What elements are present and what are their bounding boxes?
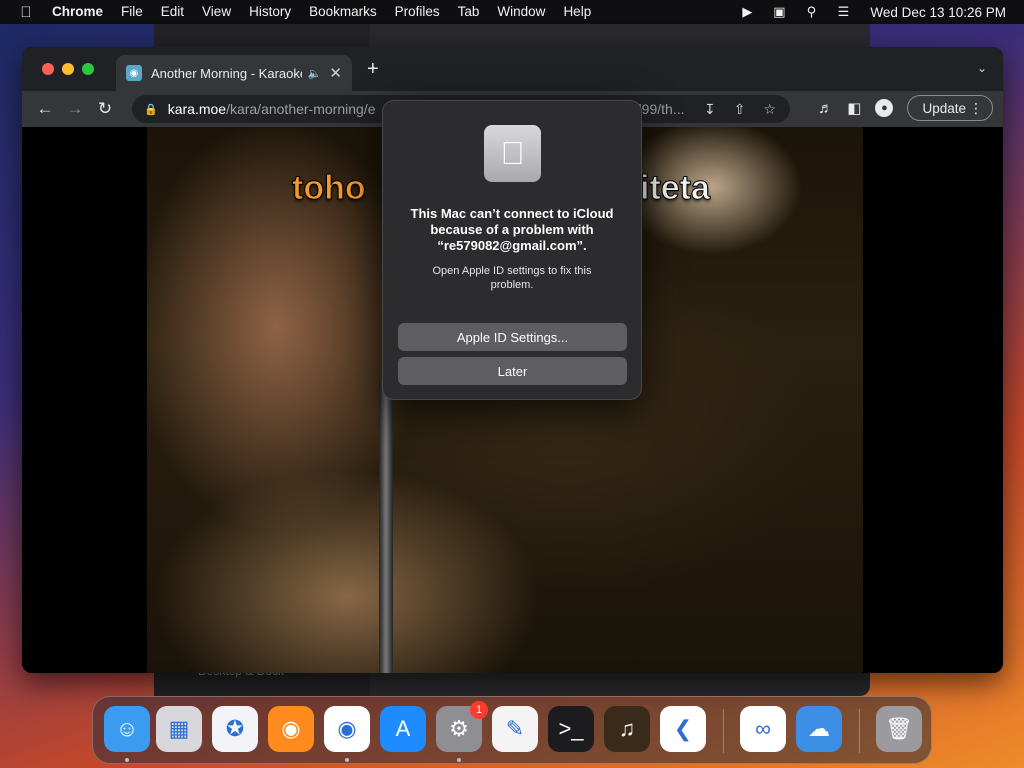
site-favicon-icon: ◉ — [126, 65, 142, 81]
running-indicator — [125, 758, 129, 762]
menu-clock[interactable]: Wed Dec 13 10:26 PM — [870, 5, 1006, 20]
menu-file[interactable]: File — [112, 0, 152, 24]
menu-view[interactable]: View — [193, 0, 240, 24]
dialog-message: Open Apple ID settings to fix this probl… — [432, 265, 592, 291]
url-host: kara.moe — [167, 101, 227, 117]
forward-button[interactable]: → — [60, 99, 90, 119]
window-controls — [42, 63, 94, 75]
dock-vscode[interactable]: ❮ — [660, 706, 706, 752]
download-icon[interactable]: ↧ — [704, 101, 716, 118]
dock-textedit[interactable]: ✎ — [492, 706, 538, 752]
later-button[interactable]: Later — [398, 357, 627, 385]
lock-icon[interactable]: 🔒 — [144, 103, 158, 116]
lyric-highlighted: toho — [292, 169, 367, 208]
apple-id-settings-button[interactable]: Apple ID Settings... — [398, 323, 627, 351]
finder-icon: ☺ — [115, 716, 139, 741]
dock-safari[interactable]: ✪ — [212, 706, 258, 752]
menu-window[interactable]: Window — [488, 0, 554, 24]
dock-system-settings[interactable]: ⚙ 1 — [436, 701, 488, 752]
toolbar-right: ♬ ◧ ● Update ⋮ — [818, 95, 993, 121]
menu-history[interactable]: History — [240, 0, 300, 24]
dock-firefox[interactable]: ◉ — [268, 706, 314, 752]
dock-terminal[interactable]: >_ — [548, 706, 594, 752]
address-bar-actions: ↧ ⇧ ☆ — [704, 101, 776, 118]
weather-icon: ☁ — [808, 716, 830, 741]
menu-app-name[interactable]: Chrome — [52, 0, 112, 24]
share-icon[interactable]: ⇧ — [734, 101, 746, 118]
apple-menu-icon[interactable]:  — [0, 4, 52, 21]
running-indicator — [457, 758, 461, 762]
zoom-window-button[interactable] — [82, 63, 94, 75]
dock-separator — [723, 709, 724, 753]
tab-bar: ◉ Another Morning - Karaoke 🔈 ✕ + ⌄ — [22, 47, 1003, 91]
profile-avatar-icon[interactable]: ● — [875, 99, 894, 117]
dock-chrome[interactable]: ◉ — [324, 706, 370, 752]
notification-badge: 1 — [470, 701, 488, 719]
dock-app-store[interactable]: A — [380, 706, 426, 752]
more-menu-icon[interactable]: ⋮ — [969, 100, 983, 117]
spotlight-search-icon[interactable]: ⚲ — [802, 4, 820, 19]
tab-close-icon[interactable]: ✕ — [329, 64, 342, 82]
dock-visual-studio[interactable]: ∞ — [740, 706, 786, 752]
icloud-alert-dialog:  This Mac can’t connect to iCloud becau… — [382, 100, 642, 400]
dock-separator-trash — [859, 709, 860, 753]
vscode-icon: ❮ — [673, 716, 693, 741]
update-label: Update — [922, 100, 966, 116]
menu-bar:  Chrome File Edit View History Bookmark… — [0, 0, 1024, 24]
menu-profiles[interactable]: Profiles — [386, 0, 449, 24]
reload-button[interactable]: ↻ — [90, 99, 120, 119]
dialog-title: This Mac can’t connect to iCloud because… — [410, 206, 614, 253]
control-center-icon[interactable]: ☰ — [834, 4, 852, 19]
dock: ☺ ▦ ✪ ◉ ◉ A ⚙ 1 ✎ >_ ♫ ❮ ∞ ☁ 🗑 — [92, 696, 932, 764]
tab-title: Another Morning - Karaoke — [151, 65, 302, 81]
textedit-icon: ✎ — [505, 716, 525, 741]
lyric-upcoming: iteta — [640, 169, 711, 208]
bookmark-star-icon[interactable]: ☆ — [763, 101, 776, 118]
launchpad-icon: ▦ — [168, 716, 190, 741]
close-window-button[interactable] — [42, 63, 54, 75]
screen-mirroring-icon[interactable]: ▣ — [770, 4, 788, 19]
running-indicator — [345, 758, 349, 762]
back-button[interactable]: ← — [30, 99, 60, 119]
play-circle-icon[interactable]: ▶ — [738, 4, 756, 19]
side-panel-icon[interactable]: ◧ — [847, 99, 861, 117]
tab-active[interactable]: ◉ Another Morning - Karaoke 🔈 ✕ — [116, 55, 352, 91]
guitar-icon: ♫ — [618, 716, 636, 741]
dock-trash[interactable]: 🗑 — [876, 706, 922, 752]
dock-weather[interactable]: ☁ — [796, 706, 842, 752]
tab-audio-icon[interactable]: 🔈 — [308, 67, 322, 80]
new-tab-button[interactable]: + — [367, 59, 379, 79]
dock-garageband[interactable]: ♫ — [604, 706, 650, 752]
tab-search-chevron-icon[interactable]: ⌄ — [977, 61, 987, 75]
chrome-icon: ◉ — [337, 716, 357, 741]
menu-help[interactable]: Help — [554, 0, 600, 24]
firefox-icon: ◉ — [281, 716, 301, 741]
apple-logo-icon:  — [484, 125, 541, 182]
media-controls-icon[interactable]: ♬ — [818, 100, 833, 117]
trash-icon: 🗑 — [885, 716, 913, 741]
menu-bookmarks[interactable]: Bookmarks — [300, 0, 386, 24]
status-area: ▶ ▣ ⚲ ☰ Wed Dec 13 10:26 PM — [738, 4, 1024, 20]
gear-icon: ⚙ — [449, 716, 469, 741]
url-path: /kara/another-morning/e — [226, 101, 376, 117]
terminal-icon: >_ — [558, 716, 584, 741]
safari-icon: ✪ — [225, 716, 245, 741]
menu-edit[interactable]: Edit — [152, 0, 193, 24]
app-store-icon: A — [395, 716, 411, 741]
dock-finder[interactable]: ☺ — [104, 706, 150, 752]
dock-launchpad[interactable]: ▦ — [156, 706, 202, 752]
minimize-window-button[interactable] — [62, 63, 74, 75]
update-button[interactable]: Update ⋮ — [907, 95, 993, 121]
menu-tab[interactable]: Tab — [449, 0, 489, 24]
microphone-image — [379, 377, 393, 673]
visual-studio-icon: ∞ — [755, 716, 771, 741]
